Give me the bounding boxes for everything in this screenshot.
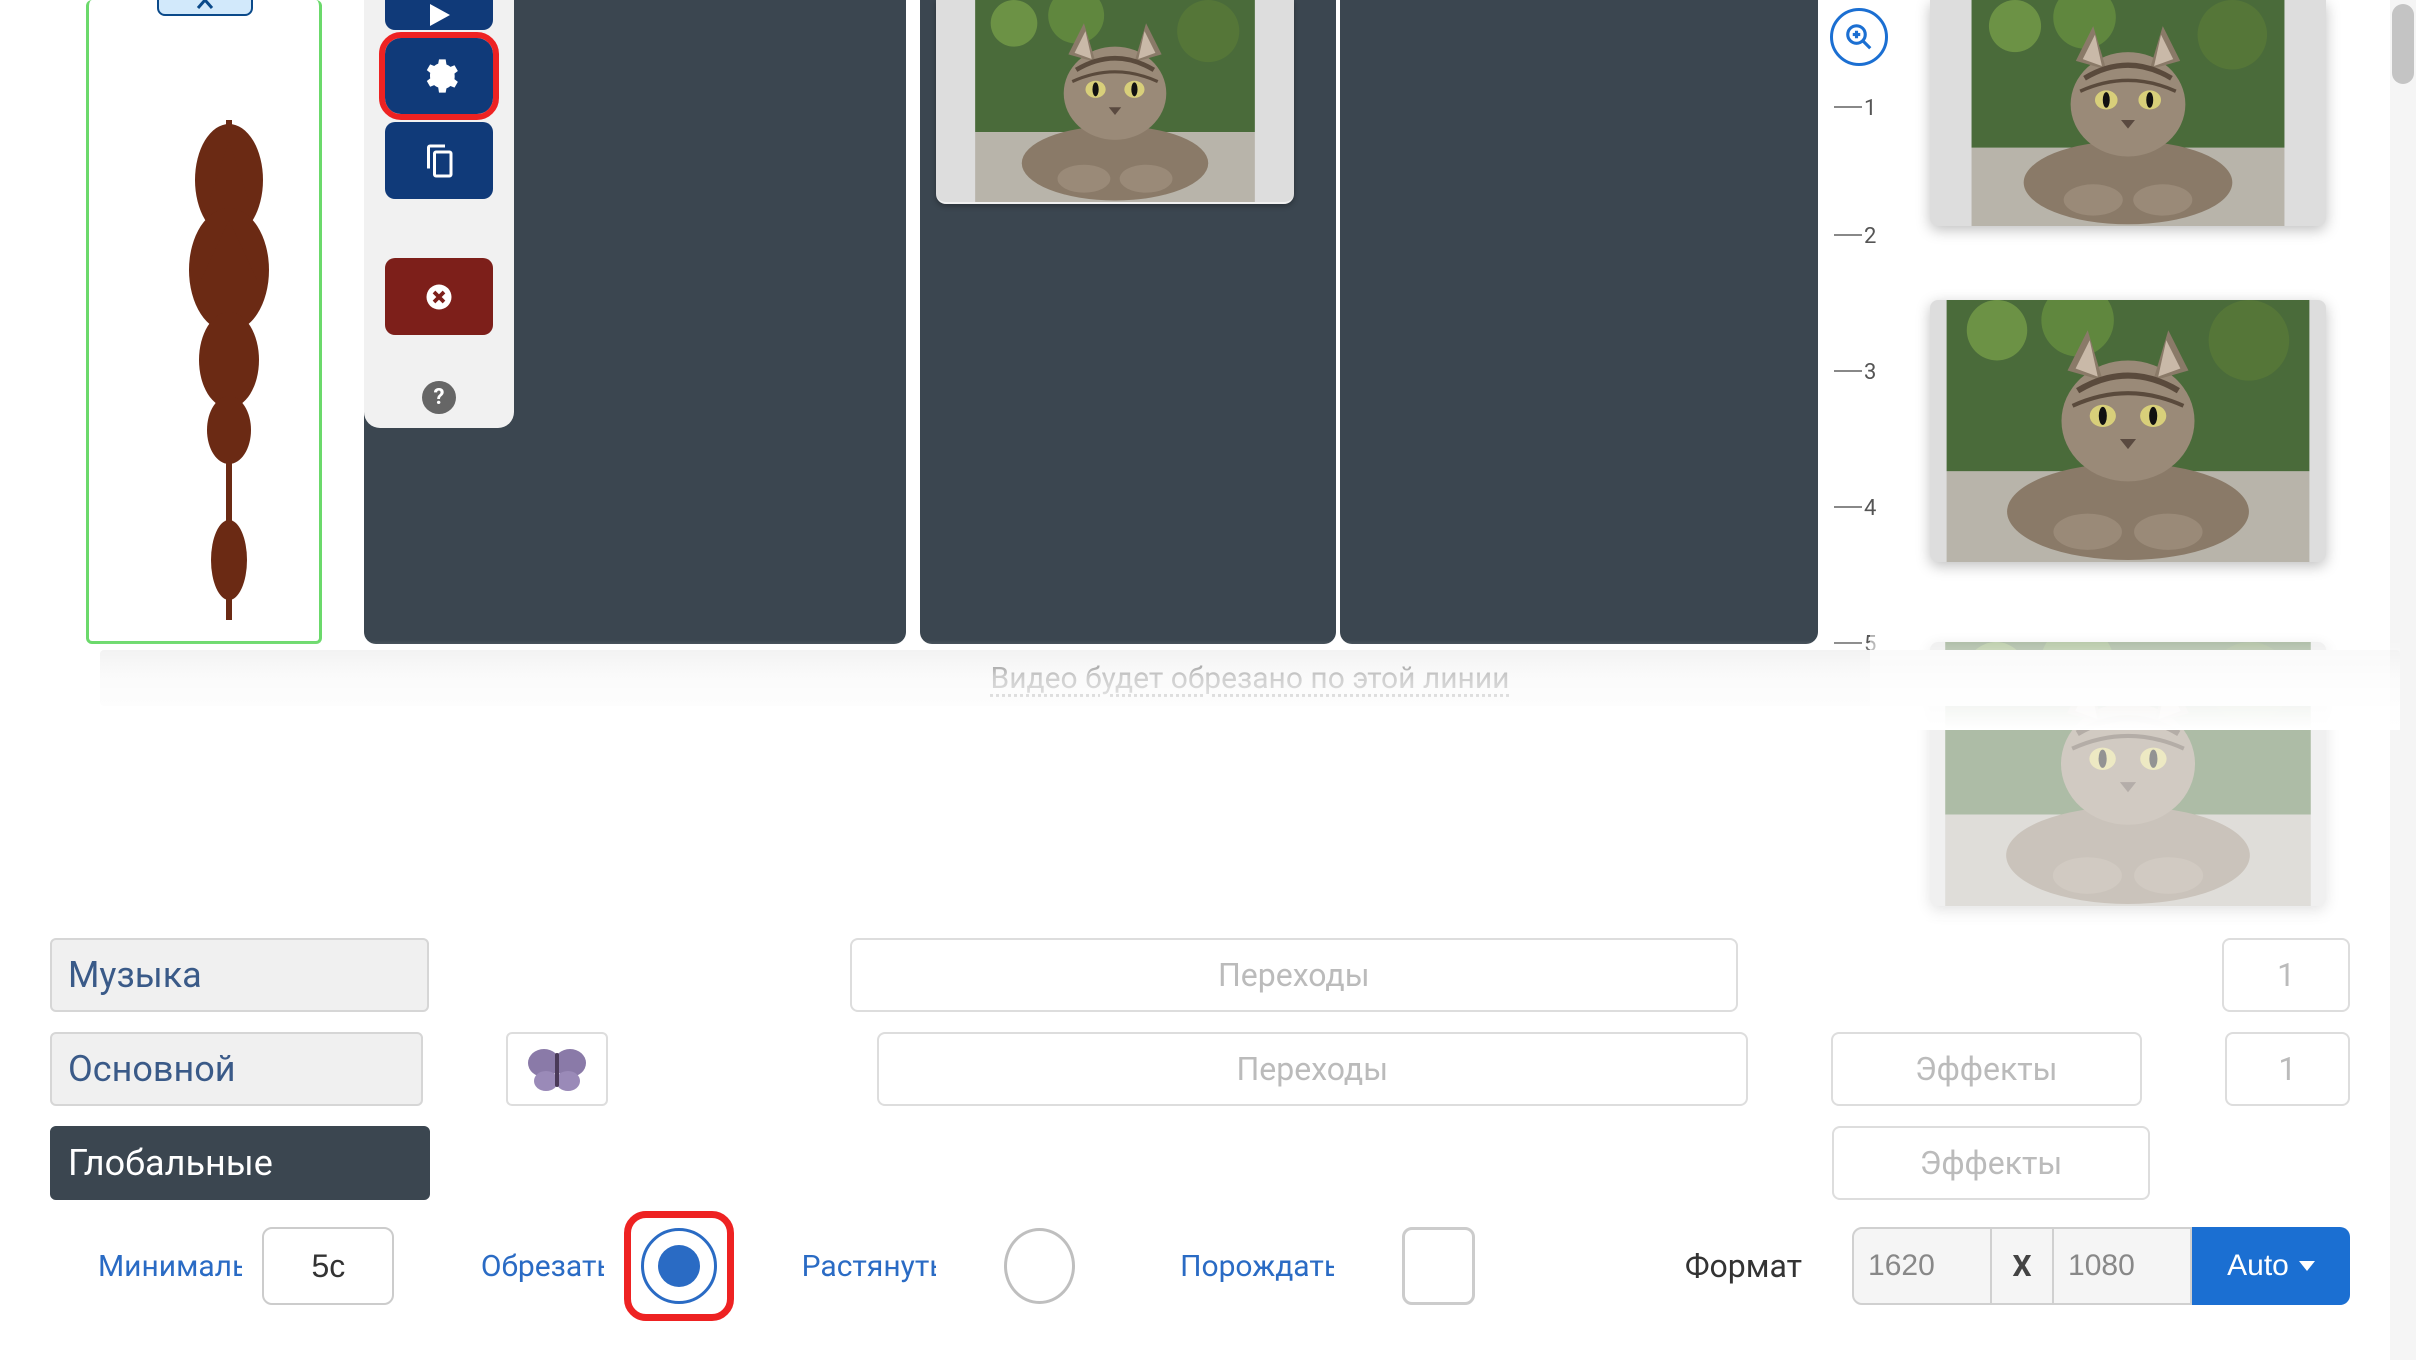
- copy-icon: [421, 143, 457, 179]
- format-separator: X: [1992, 1227, 2052, 1305]
- audio-track[interactable]: [86, 0, 322, 644]
- ruler-number: 2: [1864, 224, 1876, 249]
- play-icon: [426, 2, 452, 28]
- transitions-button-main[interactable]: Переходы: [877, 1032, 1748, 1106]
- crop-radio[interactable]: [641, 1228, 717, 1304]
- ruler-tick: [1834, 234, 1862, 236]
- format-label: Формат: [1685, 1247, 1802, 1285]
- help-button[interactable]: ?: [422, 381, 456, 414]
- layer-row-music: Музыка Переходы 1: [50, 936, 2350, 1014]
- format-group: X Auto: [1852, 1227, 2350, 1305]
- ruler-tick: [1834, 106, 1862, 108]
- format-auto-button[interactable]: Auto: [2192, 1227, 2350, 1305]
- cat-image: [1930, 300, 2326, 562]
- gear-icon: [419, 56, 459, 96]
- format-height-input[interactable]: [2052, 1227, 2192, 1305]
- ruler-tick: [1834, 506, 1862, 508]
- cut-line-text: Видео будет обрезано по этой линии: [991, 661, 1510, 696]
- layer-row-main: Основной Переходы Эффекты 1: [50, 1030, 2350, 1108]
- scrollbar-thumb[interactable]: [2392, 4, 2414, 84]
- layers-section: Музыка Переходы 1 Основной Переходы Эффе…: [50, 936, 2350, 1202]
- min-input[interactable]: [262, 1227, 394, 1305]
- ruler-tick: [1834, 642, 1862, 644]
- crop-radio-highlight: [624, 1211, 734, 1321]
- timeline-ruler: 1 2 3 4 5: [1834, 82, 1870, 682]
- layer-count-main[interactable]: 1: [2225, 1032, 2350, 1106]
- radio-dot-icon: [658, 1245, 700, 1287]
- cat-image: [936, 0, 1294, 202]
- ruler-number: 3: [1864, 360, 1876, 385]
- cat-image: [1930, 0, 2326, 226]
- butterfly-icon: [522, 1041, 592, 1097]
- play-button[interactable]: [385, 0, 493, 30]
- caret-down-icon: [2299, 1261, 2315, 1271]
- clip-thumbnail[interactable]: [936, 0, 1294, 204]
- effects-button-global[interactable]: Эффекты: [1832, 1126, 2150, 1200]
- min-label: Минимальн: [98, 1249, 242, 1284]
- transition-preview-main[interactable]: [506, 1032, 608, 1106]
- editor-area: ? 1 2: [50, 0, 2350, 720]
- ruler-tick: [1834, 370, 1862, 372]
- spawn-label: Порождать: [1180, 1249, 1334, 1284]
- waveform-icon: [169, 60, 289, 630]
- preview-thumbnail-1[interactable]: [1930, 0, 2326, 226]
- chevron-up-icon: [196, 0, 214, 10]
- crop-label: Обрезать: [481, 1249, 604, 1284]
- close-circle-icon: [424, 282, 454, 312]
- layer-button-global[interactable]: Глобальные: [50, 1126, 430, 1200]
- timeline-panel-3[interactable]: [1340, 0, 1818, 644]
- format-width-input[interactable]: [1852, 1227, 1992, 1305]
- zoom-in-icon: [1844, 22, 1874, 52]
- layer-button-main[interactable]: Основной: [50, 1032, 423, 1106]
- effects-button-main[interactable]: Эффекты: [1831, 1032, 2142, 1106]
- layer-row-global: Глобальные Эффекты: [50, 1124, 2350, 1202]
- copy-button[interactable]: [385, 122, 493, 199]
- transitions-button-music[interactable]: Переходы: [850, 938, 1738, 1012]
- ruler-number: 4: [1864, 496, 1876, 521]
- preview-thumbnail-2[interactable]: [1930, 300, 2326, 562]
- ruler-number: 1: [1864, 96, 1876, 121]
- spawn-checkbox[interactable]: [1402, 1227, 1475, 1305]
- auto-button-label: Auto: [2227, 1249, 2289, 1283]
- cut-line-banner: Видео будет обрезано по этой линии: [100, 650, 2400, 706]
- delete-button[interactable]: [385, 258, 493, 335]
- layer-button-music[interactable]: Музыка: [50, 938, 429, 1012]
- settings-button[interactable]: [385, 38, 493, 115]
- track-toolbar: ?: [364, 0, 514, 428]
- layer-count-music[interactable]: 1: [2222, 938, 2350, 1012]
- stretch-radio[interactable]: [1004, 1228, 1075, 1304]
- audio-collapse-toggle[interactable]: [157, 0, 253, 16]
- zoom-in-button[interactable]: [1830, 8, 1888, 66]
- stretch-label: Растянуть: [802, 1249, 936, 1284]
- settings-row: Минимальн Обрезать Растянуть Порождать Ф…: [50, 1226, 2350, 1306]
